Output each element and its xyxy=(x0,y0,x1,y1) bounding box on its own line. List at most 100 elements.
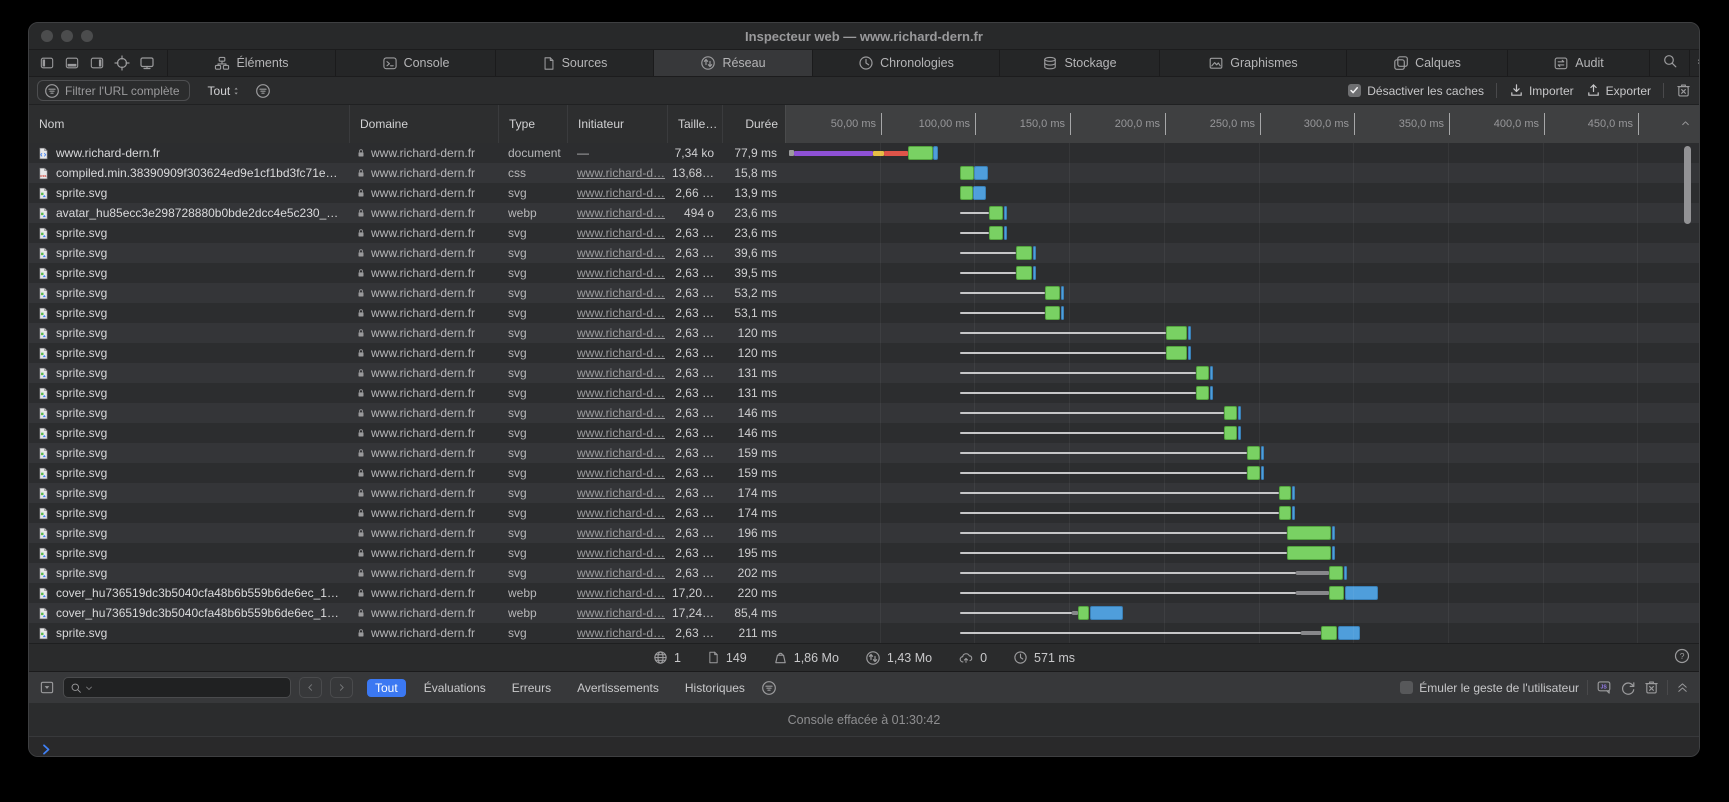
initiator-link[interactable]: www.richard-d… xyxy=(577,446,665,460)
request-size: 2,63 … xyxy=(667,383,722,403)
initiator-link[interactable]: www.richard-d… xyxy=(577,506,665,520)
export-button[interactable]: Exporter xyxy=(1586,83,1651,98)
table-row[interactable]: sprite.svg www.richard-dern.fr svg www.r… xyxy=(29,483,1699,503)
resource-type-select[interactable]: Tout xyxy=(208,84,244,98)
table-row[interactable]: sprite.svg www.richard-dern.fr svg www.r… xyxy=(29,343,1699,363)
initiator-link[interactable]: www.richard-d… xyxy=(577,386,665,400)
table-row[interactable]: sprite.svg www.richard-dern.fr svg www.r… xyxy=(29,223,1699,243)
table-row[interactable]: sprite.svg www.richard-dern.fr svg www.r… xyxy=(29,623,1699,643)
console-filter-icon[interactable] xyxy=(761,680,777,696)
waterfall-segment-green xyxy=(1247,466,1260,480)
table-row[interactable]: sprite.svg www.richard-dern.fr svg www.r… xyxy=(29,423,1699,443)
initiator-link[interactable]: www.richard-d… xyxy=(577,246,665,260)
initiator-link[interactable]: www.richard-d… xyxy=(577,186,665,200)
initiator-link[interactable]: www.richard-d… xyxy=(577,406,665,420)
dock-left-icon[interactable] xyxy=(39,56,55,70)
next-result-button[interactable] xyxy=(330,677,353,698)
column-header-duration[interactable]: Durée xyxy=(722,105,785,143)
table-row[interactable]: sprite.svg www.richard-dern.fr svg www.r… xyxy=(29,263,1699,283)
initiator-link[interactable]: www.richard-d… xyxy=(577,486,665,500)
device-icon[interactable] xyxy=(139,55,155,71)
initiator-link[interactable]: www.richard-d… xyxy=(577,226,665,240)
column-header-name[interactable]: Nom xyxy=(29,105,349,143)
table-row[interactable]: sprite.svg www.richard-dern.fr svg www.r… xyxy=(29,543,1699,563)
table-row[interactable]: cover_hu736519dc3b5040cfa48b6b559b6de6ec… xyxy=(29,603,1699,623)
console-scope-évaluations[interactable]: Évaluations xyxy=(416,679,494,697)
url-filter-field[interactable]: Filtrer l'URL complète xyxy=(37,80,190,101)
table-row[interactable]: sprite.svg www.richard-dern.fr svg www.r… xyxy=(29,363,1699,383)
clear-network-icon[interactable] xyxy=(1676,83,1691,98)
vertical-scrollbar[interactable] xyxy=(1684,146,1691,224)
tab-réseau[interactable]: Réseau xyxy=(654,50,813,76)
dock-bottom-icon[interactable] xyxy=(64,56,80,70)
initiator-link[interactable]: www.richard-d… xyxy=(577,306,665,320)
tab-console[interactable]: Console xyxy=(336,50,496,76)
table-row[interactable]: sprite.svg www.richard-dern.fr svg www.r… xyxy=(29,443,1699,463)
collapse-console-icon[interactable] xyxy=(1676,682,1689,694)
import-button[interactable]: Importer xyxy=(1509,83,1574,98)
help-icon[interactable]: ? xyxy=(1674,648,1690,664)
console-prompt[interactable] xyxy=(29,737,1699,756)
column-header-type[interactable]: Type xyxy=(498,105,567,143)
initiator-link[interactable]: www.richard-d… xyxy=(577,586,665,600)
initiator-link[interactable]: www.richard-d… xyxy=(577,426,665,440)
initiator-link[interactable]: www.richard-d… xyxy=(577,626,665,640)
chevron-up-icon[interactable] xyxy=(1679,117,1692,131)
settings-tab[interactable]: ⚙ xyxy=(1690,50,1700,76)
table-row[interactable]: sprite.svg www.richard-dern.fr svg www.r… xyxy=(29,283,1699,303)
table-row[interactable]: sprite.svg www.richard-dern.fr svg www.r… xyxy=(29,183,1699,203)
initiator-link[interactable]: www.richard-d… xyxy=(577,606,665,620)
initiator-link[interactable]: www.richard-d… xyxy=(577,266,665,280)
tab-graphismes[interactable]: Graphismes xyxy=(1160,50,1347,76)
initiator-link[interactable]: www.richard-d… xyxy=(577,286,665,300)
initiator-link[interactable]: www.richard-d… xyxy=(577,546,665,560)
console-search-input[interactable] xyxy=(96,680,284,696)
table-row[interactable]: sprite.svg www.richard-dern.fr svg www.r… xyxy=(29,503,1699,523)
initiator-link[interactable]: www.richard-d… xyxy=(577,166,665,180)
table-row[interactable]: csscompiled.min.38390909f303624ed9e1cf1b… xyxy=(29,163,1699,183)
tab-stockage[interactable]: Stockage xyxy=(1000,50,1160,76)
column-header-size[interactable]: Taille… xyxy=(667,105,722,143)
table-row[interactable]: sprite.svg www.richard-dern.fr svg www.r… xyxy=(29,563,1699,583)
disable-caches-checkbox[interactable]: Désactiver les caches xyxy=(1348,84,1484,98)
console-drawer-toggle-icon[interactable] xyxy=(39,680,55,695)
console-scope-tout[interactable]: Tout xyxy=(367,679,406,697)
initiator-link[interactable]: www.richard-d… xyxy=(577,366,665,380)
reload-icon[interactable] xyxy=(1620,680,1636,696)
table-row[interactable]: sprite.svg www.richard-dern.fr svg www.r… xyxy=(29,323,1699,343)
filter-options-icon[interactable] xyxy=(255,83,271,99)
column-header-initiator[interactable]: Initiateur xyxy=(567,105,667,143)
previous-result-button[interactable] xyxy=(299,677,322,698)
table-row[interactable]: sprite.svg www.richard-dern.fr svg www.r… xyxy=(29,243,1699,263)
initiator-link[interactable]: www.richard-d… xyxy=(577,566,665,580)
initiator-link[interactable]: www.richard-d… xyxy=(577,526,665,540)
clear-console-icon[interactable] xyxy=(1644,680,1659,695)
table-row[interactable]: sprite.svg www.richard-dern.fr svg www.r… xyxy=(29,403,1699,423)
emulate-user-gesture-checkbox[interactable]: Émuler le geste de l'utilisateur xyxy=(1400,681,1579,695)
initiator-link[interactable]: www.richard-d… xyxy=(577,206,665,220)
table-row[interactable]: sprite.svg www.richard-dern.fr svg www.r… xyxy=(29,523,1699,543)
initiator-link[interactable]: www.richard-d… xyxy=(577,466,665,480)
table-row[interactable]: sprite.svg www.richard-dern.fr svg www.r… xyxy=(29,383,1699,403)
js-context-icon[interactable]: JS xyxy=(1596,680,1612,695)
initiator-link[interactable]: www.richard-d… xyxy=(577,346,665,360)
table-row[interactable]: sprite.svg www.richard-dern.fr svg www.r… xyxy=(29,303,1699,323)
table-row[interactable]: avatar_hu85ecc3e298728880b0bde2dcc4e5c23… xyxy=(29,203,1699,223)
console-scope-erreurs[interactable]: Erreurs xyxy=(504,679,559,697)
table-row[interactable]: cover_hu736519dc3b5040cfa48b6b559b6de6ec… xyxy=(29,583,1699,603)
column-header-domain[interactable]: Domaine xyxy=(349,105,498,143)
initiator-link[interactable]: www.richard-d… xyxy=(577,326,665,340)
table-row[interactable]: sprite.svg www.richard-dern.fr svg www.r… xyxy=(29,463,1699,483)
search-tab[interactable] xyxy=(1650,50,1690,76)
tab-éléments[interactable]: Éléments xyxy=(168,50,336,76)
table-row[interactable]: www.richard-dern.fr www.richard-dern.fr … xyxy=(29,143,1699,163)
tab-sources[interactable]: Sources xyxy=(496,50,654,76)
tab-calques[interactable]: Calques xyxy=(1347,50,1508,76)
tab-chronologies[interactable]: Chronologies xyxy=(813,50,1000,76)
element-picker-icon[interactable] xyxy=(114,55,130,71)
tab-audit[interactable]: Audit xyxy=(1508,50,1650,76)
console-scope-avertissements[interactable]: Avertissements xyxy=(569,679,667,697)
dock-right-icon[interactable] xyxy=(89,56,105,70)
console-scope-historiques[interactable]: Historiques xyxy=(677,679,753,697)
console-search-field[interactable] xyxy=(63,677,291,698)
